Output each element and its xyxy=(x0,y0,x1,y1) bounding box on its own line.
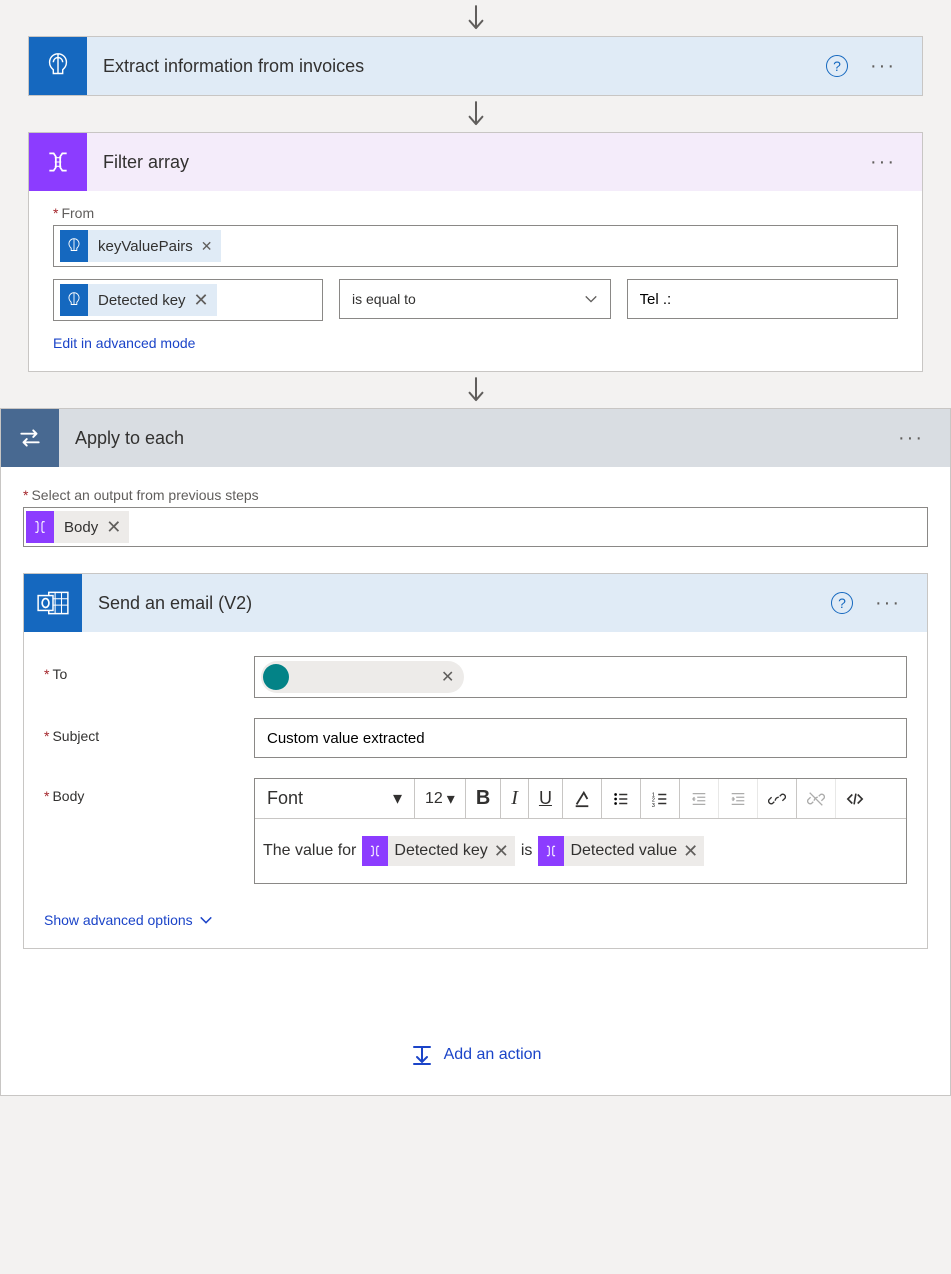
rte-toolbar: Font ▾ 12 ▾ B I U xyxy=(255,779,906,819)
italic-button[interactable]: I xyxy=(501,779,529,819)
underline-button[interactable]: U xyxy=(529,779,563,819)
step-email-card: Send an email (V2) ? ··· To ✕ xyxy=(23,573,928,949)
body-label: Body xyxy=(44,778,254,804)
font-select[interactable]: Font ▾ xyxy=(255,779,415,819)
more-menu-icon[interactable]: ··· xyxy=(862,145,904,180)
ai-builder-icon xyxy=(29,37,87,95)
step-extract-card[interactable]: Extract information from invoices ? ··· xyxy=(28,36,923,96)
step-apply-card: Apply to each ··· Select an output from … xyxy=(0,408,951,1096)
token-body[interactable]: Body ✕ xyxy=(26,511,129,543)
select-output-input[interactable]: Body ✕ xyxy=(23,507,928,547)
step-apply-header[interactable]: Apply to each ··· xyxy=(1,409,950,467)
help-icon[interactable]: ? xyxy=(831,592,853,614)
token-label: Body xyxy=(60,519,102,536)
token-detected-key[interactable]: Detected key ✕ xyxy=(362,836,514,866)
bold-button[interactable]: B xyxy=(466,779,501,819)
token-label: Detected key xyxy=(94,292,190,309)
dropdown-caret-icon: ▾ xyxy=(393,788,402,809)
ai-builder-icon xyxy=(60,284,88,316)
more-menu-icon[interactable]: ··· xyxy=(867,586,909,621)
filter-right-value[interactable] xyxy=(627,279,899,319)
step-title: Filter array xyxy=(87,152,862,173)
subject-input[interactable] xyxy=(254,718,907,758)
step-filter-header[interactable]: Filter array ··· xyxy=(29,133,922,191)
show-advanced-link[interactable]: Show advanced options xyxy=(44,912,213,928)
remove-token-icon[interactable]: ✕ xyxy=(201,238,213,255)
arrow-connector xyxy=(0,372,951,408)
operator-select[interactable]: is equal to xyxy=(339,279,611,319)
from-input[interactable]: keyValuePairs ✕ xyxy=(53,225,898,267)
token-label: Detected value xyxy=(570,842,677,860)
recipient-pill[interactable]: ✕ xyxy=(261,661,464,693)
link-button[interactable] xyxy=(758,779,797,819)
step-title: Apply to each xyxy=(59,428,890,449)
step-title: Send an email (V2) xyxy=(82,593,831,614)
data-operations-icon xyxy=(538,836,564,866)
step-title: Extract information from invoices xyxy=(87,56,826,77)
indent-button[interactable] xyxy=(719,779,758,819)
to-label: To xyxy=(44,656,254,682)
select-output-label: Select an output from previous steps xyxy=(23,487,928,503)
body-content[interactable]: The value for Detected key ✕ is xyxy=(255,819,906,883)
advanced-mode-link[interactable]: Edit in advanced mode xyxy=(53,335,195,351)
outdent-button[interactable] xyxy=(680,779,719,819)
subject-label: Subject xyxy=(44,718,254,744)
more-menu-icon[interactable]: ··· xyxy=(862,49,904,84)
data-operations-icon xyxy=(29,133,87,191)
loop-icon xyxy=(1,409,59,467)
numbered-list-button[interactable]: 123 xyxy=(641,779,680,819)
token-label: Detected key xyxy=(394,842,487,860)
outlook-icon xyxy=(24,574,82,632)
avatar xyxy=(263,664,289,690)
chevron-down-icon xyxy=(584,292,598,306)
font-color-button[interactable] xyxy=(563,779,602,819)
token-detected-key[interactable]: Detected key ✕ xyxy=(60,284,217,316)
data-operations-icon xyxy=(26,511,54,543)
token-detected-value[interactable]: Detected value ✕ xyxy=(538,836,704,866)
remove-token-icon[interactable]: ✕ xyxy=(194,290,209,311)
to-input[interactable]: ✕ xyxy=(254,656,907,698)
arrow-connector xyxy=(0,0,951,36)
ai-builder-icon xyxy=(60,230,88,262)
remove-token-icon[interactable]: ✕ xyxy=(683,841,698,862)
dropdown-caret-icon: ▾ xyxy=(447,789,455,809)
code-view-button[interactable] xyxy=(836,779,874,819)
more-menu-icon[interactable]: ··· xyxy=(890,421,932,456)
unlink-button[interactable] xyxy=(797,779,836,819)
token-keyvaluepairs[interactable]: keyValuePairs ✕ xyxy=(60,230,221,262)
help-icon[interactable]: ? xyxy=(826,55,848,77)
data-operations-icon xyxy=(362,836,388,866)
svg-text:3: 3 xyxy=(652,803,655,808)
token-label: keyValuePairs xyxy=(94,238,197,255)
remove-token-icon[interactable]: ✕ xyxy=(106,517,121,538)
step-filter-card: Filter array ··· From keyValuePairs ✕ xyxy=(28,132,923,372)
add-action-icon xyxy=(410,1043,434,1067)
step-email-header[interactable]: Send an email (V2) ? ··· xyxy=(24,574,927,632)
add-action-button[interactable]: Add an action xyxy=(23,949,928,1095)
operator-value: is equal to xyxy=(352,291,416,307)
from-label: From xyxy=(53,205,898,221)
remove-recipient-icon[interactable]: ✕ xyxy=(441,667,454,687)
bullet-list-button[interactable] xyxy=(602,779,641,819)
filter-left-operand[interactable]: Detected key ✕ xyxy=(53,279,323,321)
font-size-select[interactable]: 12 ▾ xyxy=(415,779,466,819)
body-editor: Font ▾ 12 ▾ B I U xyxy=(254,778,907,884)
arrow-connector xyxy=(0,96,951,132)
chevron-down-icon xyxy=(199,913,213,927)
remove-token-icon[interactable]: ✕ xyxy=(494,841,509,862)
